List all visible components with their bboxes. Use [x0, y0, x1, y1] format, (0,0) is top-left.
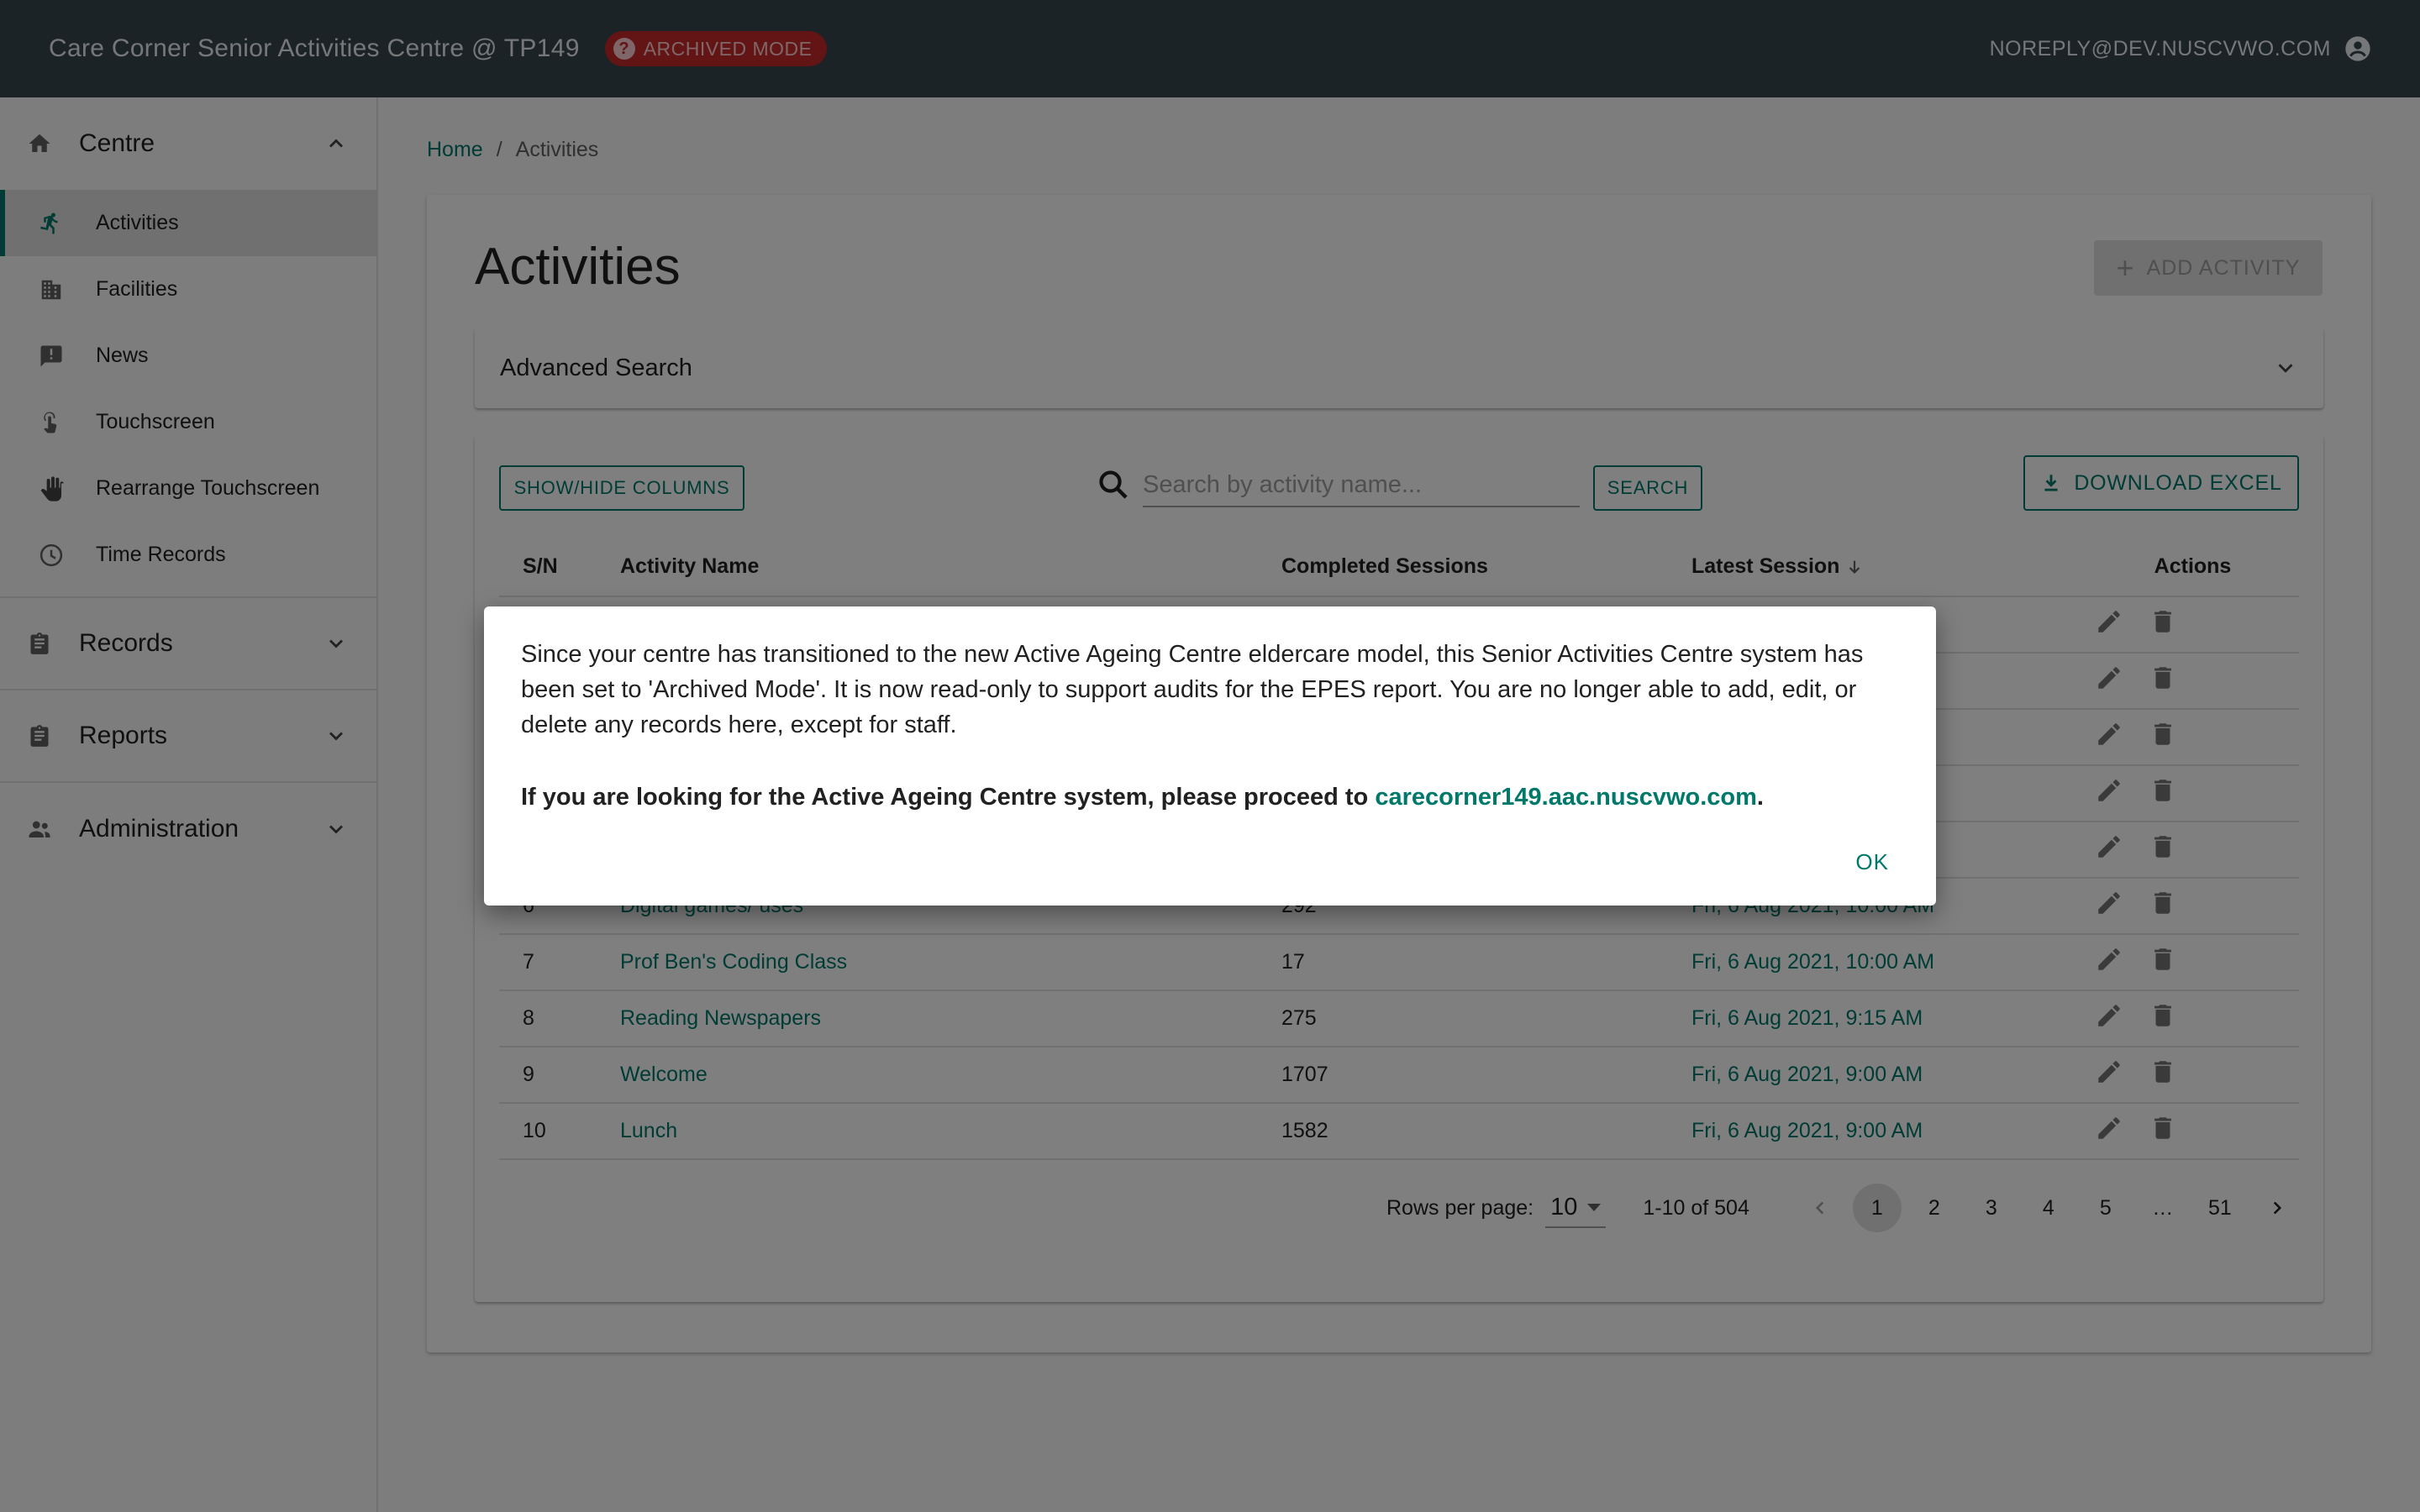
ok-button[interactable]: OK: [1842, 843, 1902, 882]
dialog-proceed-text: If you are looking for the Active Ageing…: [521, 780, 1899, 815]
dialog-message: Since your centre has transitioned to th…: [521, 641, 1864, 738]
dialog-period: .: [1756, 784, 1764, 811]
aac-system-link[interactable]: carecorner149.aac.nuscvwo.com: [1375, 784, 1757, 811]
archived-mode-dialog: Since your centre has transitioned to th…: [484, 606, 1936, 906]
dialog-proceed-label: If you are looking for the Active Ageing…: [521, 784, 1376, 811]
